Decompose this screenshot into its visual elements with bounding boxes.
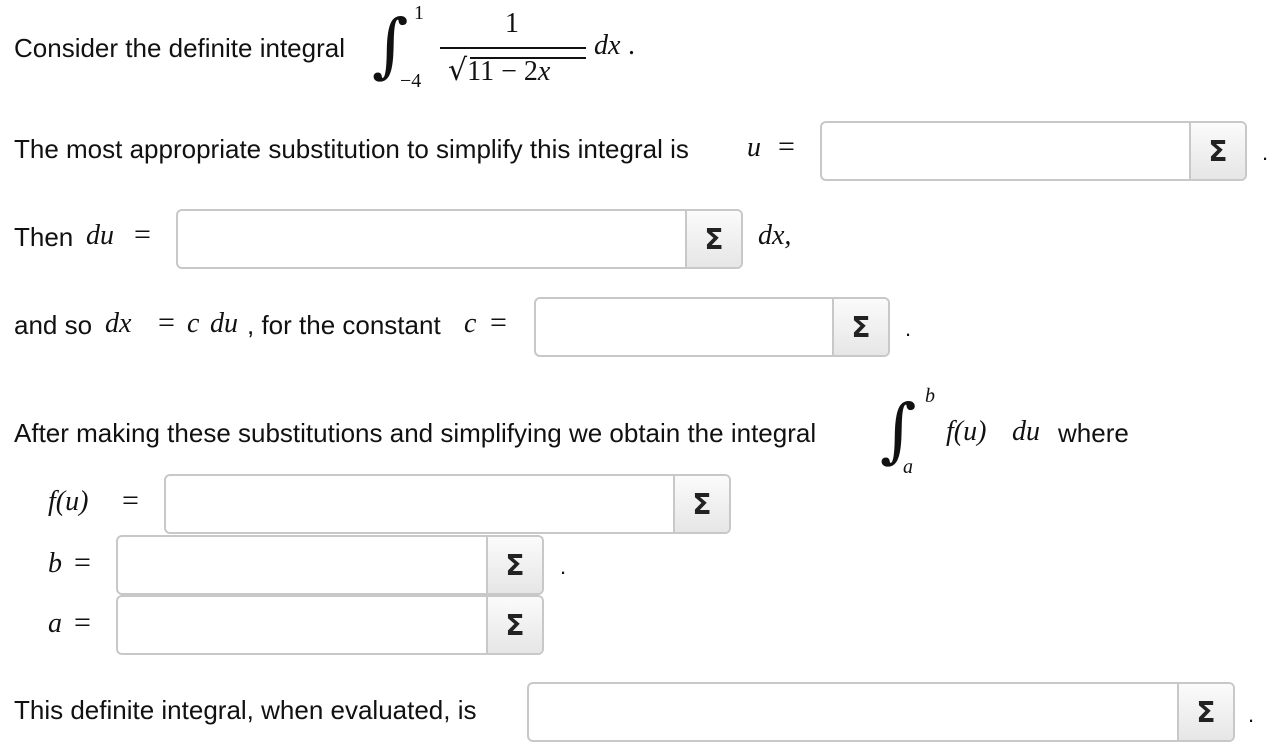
intro-end-punct: . — [628, 30, 635, 61]
q4-integrand: f(u) — [946, 416, 987, 447]
a-label: a — [48, 608, 62, 639]
q3-text1: and so — [14, 310, 93, 340]
sqrt-bar — [470, 57, 586, 59]
sigma-button[interactable]: Σ — [832, 299, 888, 355]
sqrt-sign: √ — [448, 53, 468, 88]
final-text: This definite integral, when evaluated, … — [14, 695, 477, 725]
a-eq: = — [74, 606, 91, 639]
q1-eq: = — [778, 130, 795, 163]
q1-var: u — [747, 132, 761, 163]
integral-lower-a: a — [903, 456, 913, 478]
fu-field[interactable]: Σ — [164, 474, 731, 534]
q4-du: du — [1012, 416, 1040, 447]
radicand-var: x — [537, 56, 551, 87]
sigma-button[interactable]: Σ — [486, 537, 542, 593]
integral-upper-b: b — [925, 385, 935, 407]
q2-text: Then — [14, 222, 74, 252]
b-eq: = — [74, 546, 91, 579]
sigma-button[interactable]: Σ — [685, 211, 741, 267]
q4-text: After making these substitutions and sim… — [14, 418, 817, 448]
constant-c-field[interactable]: Σ — [534, 297, 890, 357]
q3-end: . — [905, 316, 912, 341]
integral-lower-limit: −4 — [400, 70, 422, 92]
b-field[interactable]: Σ — [116, 535, 544, 595]
q3-text2: , for the constant — [247, 310, 441, 340]
b-label: b — [48, 548, 62, 579]
fu-label: f(u) — [48, 486, 89, 517]
q2-after: dx, — [758, 220, 792, 251]
q3-c: c — [187, 308, 200, 339]
fraction-denominator: √ 11 − 2x — [448, 53, 586, 88]
q1-end: . — [1262, 140, 1268, 165]
final-answer-field[interactable]: Σ — [527, 682, 1235, 742]
b-end: . — [560, 554, 567, 579]
q1-text: The most appropriate substitution to sim… — [14, 134, 689, 164]
radicand: 11 − 2 — [467, 56, 538, 87]
substitution-u-field[interactable]: Σ — [820, 121, 1247, 181]
integral-upper-limit: 1 — [414, 2, 424, 24]
final-answer-input[interactable] — [529, 684, 1177, 740]
fu-input[interactable] — [166, 476, 673, 532]
q4-after: where — [1058, 418, 1129, 448]
q3-var-c: c — [464, 308, 477, 339]
intro-text: Consider the definite integral — [14, 33, 345, 63]
integral-sign-2: ∫ — [880, 389, 917, 471]
sigma-button[interactable]: Σ — [673, 476, 729, 532]
final-end: . — [1248, 702, 1255, 727]
substitution-u-input[interactable] — [822, 123, 1189, 179]
b-input[interactable] — [118, 537, 486, 593]
constant-c-input[interactable] — [536, 299, 832, 355]
q2-var: du — [86, 220, 114, 251]
q3-du: du — [210, 308, 238, 339]
du-field[interactable]: Σ — [176, 209, 743, 269]
sigma-button[interactable]: Σ — [486, 597, 542, 653]
q2-eq: = — [134, 218, 151, 251]
q3-dx: dx — [105, 308, 132, 339]
fraction-numerator: 1 — [505, 8, 519, 39]
a-input[interactable] — [118, 597, 486, 653]
q3-eq2: = — [490, 306, 507, 339]
sigma-button[interactable]: Σ — [1189, 123, 1245, 179]
sigma-button[interactable]: Σ — [1177, 684, 1233, 740]
fraction-bar — [440, 47, 586, 49]
du-input[interactable] — [178, 211, 685, 267]
q3-eq1: = — [158, 306, 175, 339]
differential: dx — [594, 30, 621, 61]
fu-eq: = — [122, 484, 139, 517]
a-field[interactable]: Σ — [116, 595, 544, 655]
